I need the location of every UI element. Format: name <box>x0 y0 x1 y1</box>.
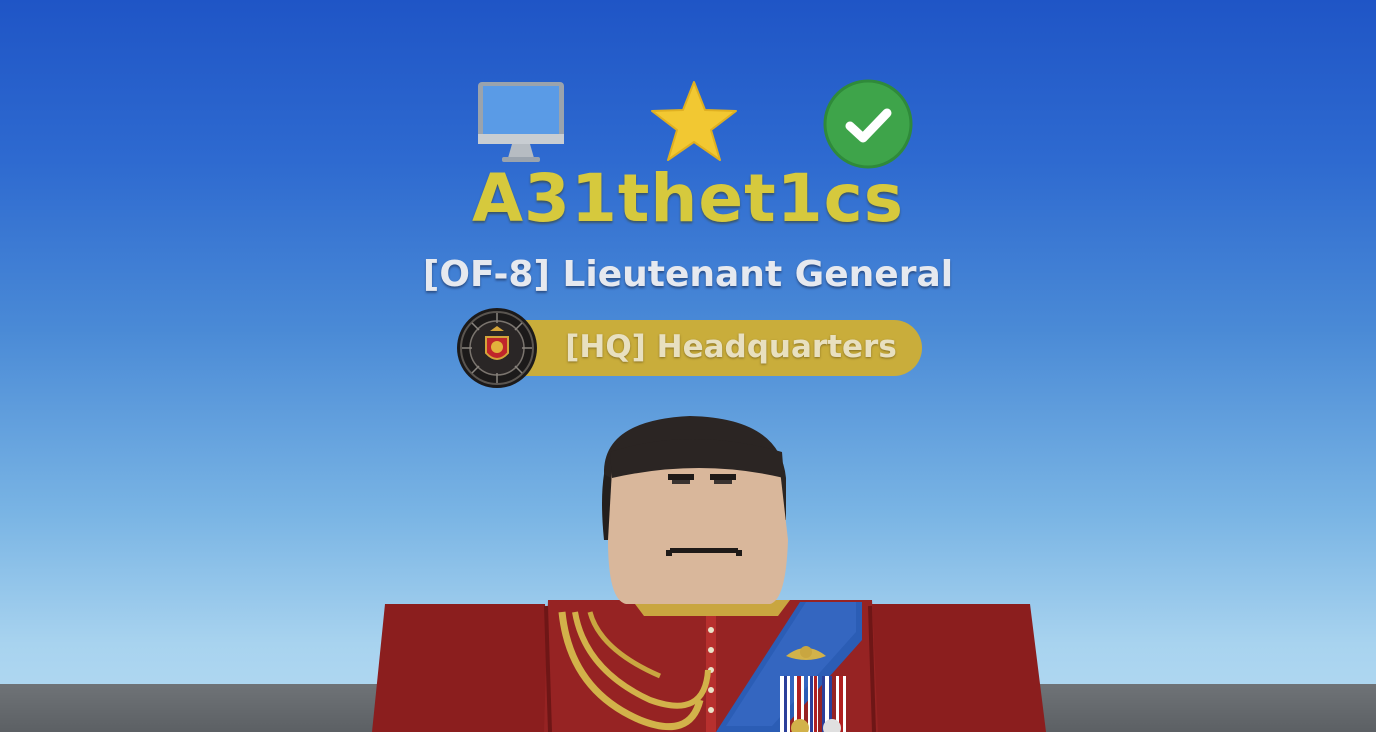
star-icon <box>651 81 737 161</box>
player-name: A31thet1cs <box>471 160 905 237</box>
uniform-torso <box>372 600 1046 732</box>
game-viewport: A31thet1cs [OF-8] Lieutenant General [HQ… <box>0 0 1376 732</box>
computer-icon <box>478 82 564 162</box>
verified-check-icon <box>823 79 913 169</box>
overhead-nameplate: A31thet1cs [OF-8] Lieutenant General [HQ… <box>0 0 1376 400</box>
division-emblem-icon <box>457 308 537 388</box>
avatar-head <box>602 416 788 604</box>
division-label: [HQ] Headquarters <box>565 329 897 365</box>
nameplate-icon-row <box>470 78 920 170</box>
rank-title: [OF-8] Lieutenant General <box>422 254 954 295</box>
